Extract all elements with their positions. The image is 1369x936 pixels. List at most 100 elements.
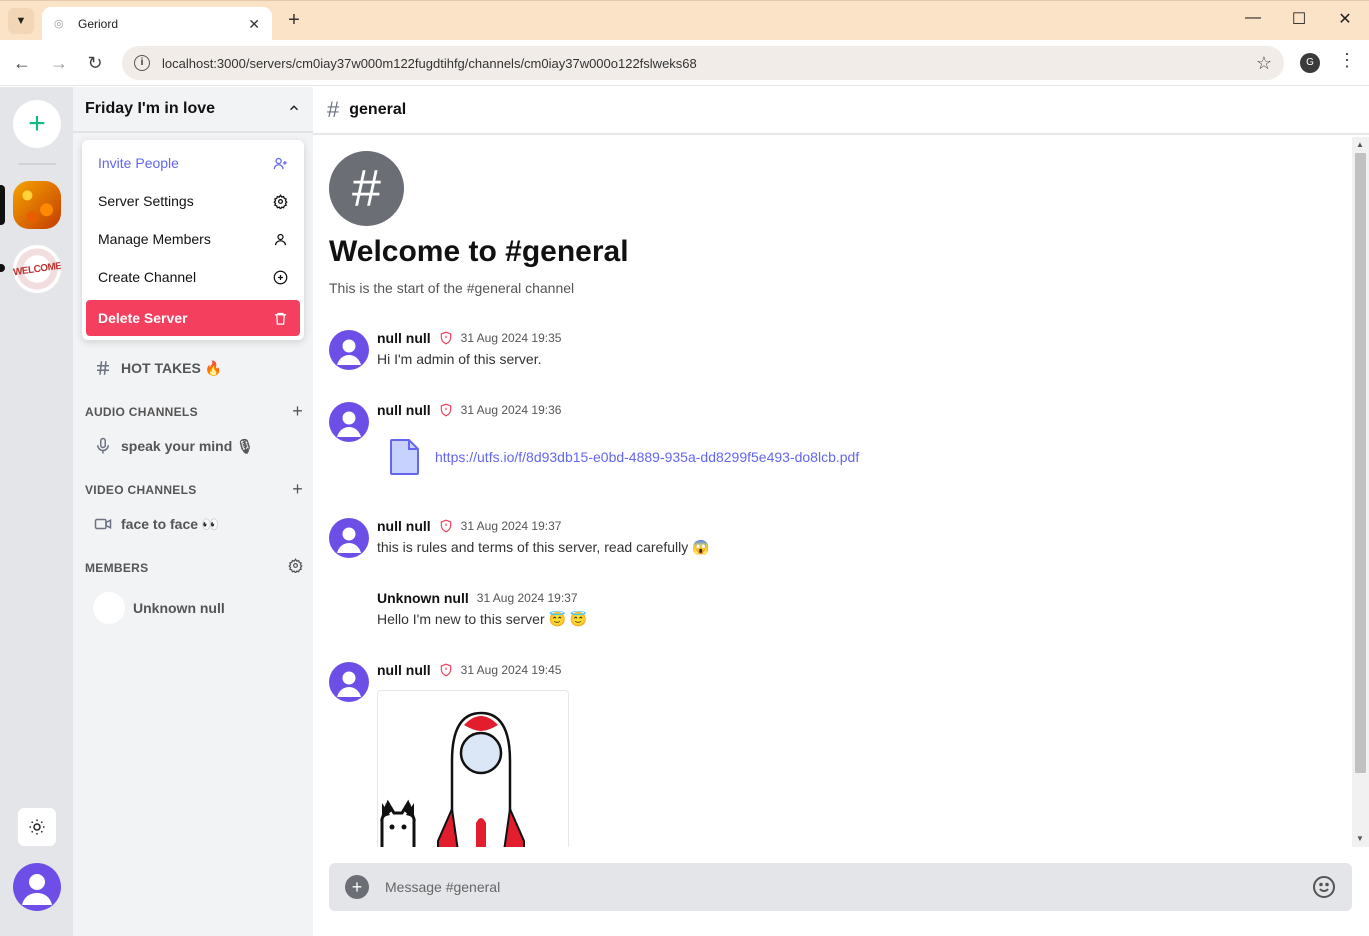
video-channels-section: VIDEO CHANNELS +	[85, 479, 303, 500]
message-item: null null 31 Aug 2024 19:37 this is rule…	[329, 518, 1329, 578]
audio-channels-section: AUDIO CHANNELS +	[85, 401, 303, 422]
mic-icon	[93, 437, 113, 455]
scrollbar-thumb[interactable]	[1355, 153, 1366, 773]
message-timestamp: 31 Aug 2024 19:36	[460, 403, 562, 417]
message-timestamp: 31 Aug 2024 19:37	[460, 519, 562, 533]
profile-avatar[interactable]: G	[1300, 53, 1320, 73]
image-attachment-rocket[interactable]	[377, 690, 569, 847]
gear-icon	[272, 193, 288, 209]
message-composer: +	[329, 863, 1352, 911]
shield-alert-icon	[439, 519, 453, 533]
video-icon	[93, 515, 113, 533]
message-text: Hello I'm new to this server 😇 😇	[377, 611, 588, 627]
message-timestamp: 31 Aug 2024 19:45	[460, 663, 562, 677]
back-button[interactable]: ←	[10, 51, 34, 75]
message-item: Unknown null 31 Aug 2024 19:37 Hello I'm…	[329, 590, 1329, 650]
plus-circle-icon	[272, 269, 288, 285]
file-attachment: https://utfs.io/f/8d93db15-e0bd-4889-935…	[389, 438, 859, 476]
hash-icon: #	[327, 97, 340, 122]
server-icon-welcome[interactable]: WELCOME	[13, 245, 61, 293]
browser-menu-icon[interactable]: ⋮	[1338, 50, 1356, 71]
rail-divider	[18, 163, 56, 165]
avatar[interactable]	[329, 402, 369, 442]
forward-button[interactable]: →	[47, 51, 71, 75]
create-channel-item[interactable]: Create Channel	[86, 258, 300, 296]
manage-members-item[interactable]: Manage Members	[86, 220, 300, 258]
channel-sidebar: Friday I'm in love Invite People Server …	[73, 87, 313, 936]
file-icon	[390, 439, 419, 475]
server-dropdown-menu: Invite People Server Settings Manage Mem…	[82, 140, 304, 340]
channel-item-hot-takes[interactable]: HOT TAKES 🔥	[81, 351, 305, 385]
tab-title: Geriord	[78, 17, 119, 31]
server-settings-item[interactable]: Server Settings	[86, 182, 300, 220]
close-window-button[interactable]: ✕	[1333, 9, 1357, 29]
sun-icon	[29, 819, 45, 835]
message-item: null null 31 Aug 2024 19:35 Hi I'm admin…	[329, 330, 1329, 390]
channel-header: # general	[313, 87, 1369, 135]
maximize-button[interactable]: ☐	[1287, 9, 1311, 29]
channel-item-face-to-face[interactable]: face to face 👀	[81, 507, 305, 541]
minimize-button[interactable]: —	[1241, 9, 1265, 27]
manage-members-gear-icon[interactable]	[288, 557, 303, 578]
delete-server-item[interactable]: Delete Server	[86, 300, 300, 336]
tab-search-button[interactable]: ▼	[8, 8, 34, 34]
shield-alert-icon	[439, 403, 453, 417]
channel-hash-icon: #	[329, 151, 404, 226]
message-username[interactable]: Unknown null	[377, 590, 469, 606]
browser-toolbar: ← → ↻ i localhost:3000/servers/cm0iay37w…	[0, 40, 1369, 86]
channel-name: HOT TAKES 🔥	[121, 359, 223, 376]
avatar[interactable]	[329, 330, 369, 370]
server-name: Friday I'm in love	[85, 100, 216, 117]
site-info-icon[interactable]: i	[134, 55, 150, 71]
message-input[interactable]	[385, 879, 1312, 895]
message-username[interactable]: null null	[377, 518, 431, 534]
members-section: MEMBERS	[85, 557, 303, 578]
scroll-down-icon[interactable]: ▼	[1356, 834, 1364, 843]
add-server-button[interactable]: +	[13, 100, 61, 148]
favicon-icon: ◎	[54, 18, 64, 30]
new-tab-button[interactable]: +	[283, 9, 305, 32]
attach-plus-button[interactable]: +	[345, 875, 369, 899]
browser-tab[interactable]: ◎ Geriord ✕	[42, 7, 272, 41]
emoji-picker-icon[interactable]	[1312, 875, 1336, 899]
messages-scrollbar[interactable]: ▲ ▼	[1352, 137, 1369, 847]
user-plus-icon	[272, 155, 288, 171]
chevron-up-icon[interactable]	[287, 101, 301, 118]
member-item[interactable]: Unknown null	[93, 592, 225, 624]
message-text: Hi I'm admin of this server.	[377, 351, 542, 367]
user-icon	[272, 231, 288, 247]
channel-item-speak-your-mind[interactable]: speak your mind 🎙	[81, 429, 305, 463]
avatar[interactable]	[329, 518, 369, 558]
scroll-up-icon[interactable]: ▲	[1356, 140, 1364, 149]
invite-people-item[interactable]: Invite People	[86, 144, 300, 182]
welcome-subtitle: This is the start of the #general channe…	[329, 280, 575, 296]
message-username[interactable]: null null	[377, 402, 431, 418]
messages-list[interactable]: # Welcome to #general This is the start …	[313, 137, 1353, 847]
channel-name: face to face 👀	[121, 515, 220, 532]
member-name: Unknown null	[133, 600, 225, 616]
browser-tab-bar: ▼ ◎ Geriord ✕ + — ☐ ✕	[0, 0, 1369, 41]
message-username[interactable]: null null	[377, 662, 431, 678]
channel-title: general	[349, 101, 407, 118]
message-username[interactable]: null null	[377, 330, 431, 346]
shield-alert-icon	[439, 663, 453, 677]
bookmark-star-icon[interactable]: ☆	[1256, 53, 1272, 74]
file-link[interactable]: https://utfs.io/f/8d93db15-e0bd-4889-935…	[435, 449, 859, 465]
avatar[interactable]	[329, 662, 369, 702]
url-text: localhost:3000/servers/cm0iay37w000m122f…	[162, 55, 697, 71]
server-header[interactable]: Friday I'm in love	[73, 87, 313, 133]
theme-toggle-button[interactable]	[18, 808, 56, 846]
active-server-indicator	[0, 185, 5, 225]
unread-indicator	[0, 264, 5, 272]
member-avatar	[93, 592, 125, 624]
server-icon-friday[interactable]	[13, 181, 61, 229]
add-audio-channel-icon[interactable]: +	[292, 401, 303, 422]
message-item: null null 31 Aug 2024 19:36 https://utfs…	[329, 402, 1329, 502]
current-user-avatar[interactable]	[13, 863, 61, 911]
message-timestamp: 31 Aug 2024 19:37	[476, 591, 578, 605]
reload-button[interactable]: ↻	[83, 51, 107, 75]
add-video-channel-icon[interactable]: +	[292, 479, 303, 500]
message-timestamp: 31 Aug 2024 19:35	[460, 331, 562, 345]
close-tab-icon[interactable]: ✕	[248, 16, 260, 33]
address-bar[interactable]: i localhost:3000/servers/cm0iay37w000m12…	[122, 46, 1284, 80]
